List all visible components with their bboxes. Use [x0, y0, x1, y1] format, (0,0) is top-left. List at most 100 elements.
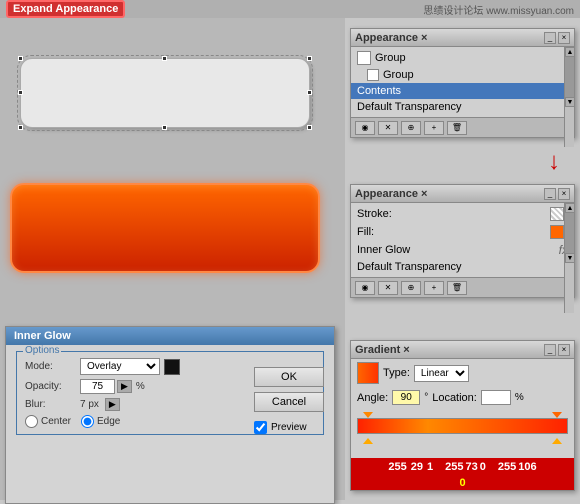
trash-icon-b[interactable]: 🗑 [447, 281, 467, 295]
inner-glow-title: Inner Glow [6, 327, 334, 345]
center-radio[interactable] [25, 415, 38, 428]
opacity-input[interactable] [80, 379, 115, 394]
ok-button[interactable]: OK [254, 367, 324, 387]
link-icon[interactable]: ⊕ [401, 121, 421, 135]
minimize-btn-top[interactable]: _ [544, 32, 556, 44]
type-label: Type: [383, 367, 410, 379]
panel-row-group1[interactable]: Group [351, 49, 574, 67]
fill-swatch [550, 225, 564, 239]
fill-label: Fill: [357, 226, 550, 238]
gradient-angle-row: Angle: ° Location: % [351, 387, 574, 408]
edge-radio[interactable] [81, 415, 94, 428]
grad-val-7: 255 [498, 461, 516, 473]
angle-label: Angle: [357, 392, 388, 404]
gradient-slider-wrapper [357, 418, 568, 434]
scroll-down-top[interactable]: ▼ [565, 97, 575, 107]
center-label: Center [41, 416, 71, 427]
angle-input[interactable] [392, 390, 420, 405]
preview-row: Preview [254, 421, 324, 434]
handle-bm [162, 125, 167, 130]
expand-label: Expand Appearance [6, 0, 125, 18]
grad-val-6: 0 [480, 461, 486, 473]
gradient-slider[interactable] [357, 418, 568, 434]
inner-glow-panel: Inner Glow Options Mode: Overlay Normal … [5, 326, 335, 504]
appearance-panel-bottom: Appearance × _ × ▲ ▼ Stroke: Fill: Inner… [350, 184, 575, 298]
degree-symbol: ° [424, 392, 428, 403]
group1-label: Group [375, 52, 568, 64]
blur-arrow[interactable]: ▶ [105, 398, 120, 411]
panel-title-bottom: Appearance × [355, 188, 427, 200]
center-radio-label[interactable]: Center [25, 415, 71, 428]
link-icon-b[interactable]: ⊕ [401, 281, 421, 295]
new-icon-b[interactable]: + [424, 281, 444, 295]
location-label: Location: [432, 392, 477, 404]
scrollbar-top[interactable]: ▲ ▼ [564, 47, 574, 147]
scroll-up-top[interactable]: ▲ [565, 47, 575, 57]
arrow-down-icon: ↓ [548, 148, 560, 176]
grad-val-4: 255 [445, 461, 463, 473]
shape-white [20, 58, 310, 128]
trash-icon[interactable]: 🗑 [447, 121, 467, 135]
mode-select[interactable]: Overlay Normal Multiply [80, 358, 160, 375]
location-input[interactable] [481, 390, 511, 405]
scrollbar-bottom[interactable]: ▲ ▼ [564, 203, 574, 313]
gradient-zero-row: 0 [351, 476, 574, 490]
opacity-arrow[interactable]: ▶ [117, 380, 132, 393]
handle-br [307, 125, 312, 130]
panel-content-top: Group Group Contents Default Transparenc… [351, 47, 574, 117]
panel-bottom-bar-bottom: ◉ ✕ ⊕ + 🗑 [351, 277, 574, 297]
minimize-btn-bottom[interactable]: _ [544, 188, 556, 200]
grad-val-3: 1 [427, 461, 433, 473]
scroll-thumb-bottom[interactable] [565, 213, 574, 253]
scroll-thumb-top[interactable] [565, 57, 574, 97]
panel-row-transparency-top[interactable]: Default Transparency [351, 99, 574, 115]
blur-value: 7 px [80, 399, 99, 410]
circle-icon[interactable]: ◉ [355, 121, 375, 135]
panel-row-contents[interactable]: Contents [351, 83, 574, 99]
panel-titlebar-top: Appearance × _ × [351, 29, 574, 47]
grad-val-8: 106 [518, 461, 536, 473]
handle-tm [162, 56, 167, 61]
close-btn-gradient[interactable]: × [558, 344, 570, 356]
new-icon[interactable]: + [424, 121, 444, 135]
preview-checkbox[interactable] [254, 421, 267, 434]
stroke-swatch [550, 207, 564, 221]
panel-title-top: Appearance × [355, 32, 427, 44]
glow-color-swatch[interactable] [164, 359, 180, 375]
panel-row-fill[interactable]: Fill: [351, 223, 574, 241]
scroll-down-bottom[interactable]: ▼ [565, 253, 575, 263]
top-banner: Expand Appearance 思绩设计论坛 www.missyuan.co… [0, 0, 580, 18]
bottom-stop-right[interactable] [552, 438, 562, 444]
panel-row-inner-glow[interactable]: Inner Glow fx [351, 241, 574, 259]
bottom-stop-left[interactable] [363, 438, 373, 444]
handle-ml [18, 90, 23, 95]
gradient-panel: Gradient × _ × Type: Linear Radial Angle… [350, 340, 575, 491]
close-btn-bottom[interactable]: × [558, 188, 570, 200]
grad-val-2: 29 [411, 461, 423, 473]
type-select[interactable]: Linear Radial [414, 365, 469, 382]
delete-icon-b[interactable]: ✕ [378, 281, 398, 295]
contents-label: Contents [357, 85, 568, 97]
appearance-panel-top: Appearance × _ × ▲ ▼ Group Group Content… [350, 28, 575, 138]
close-btn-top[interactable]: × [558, 32, 570, 44]
delete-icon[interactable]: ✕ [378, 121, 398, 135]
handle-tl [18, 56, 23, 61]
cancel-button[interactable]: Cancel [254, 392, 324, 412]
circle-icon-b[interactable]: ◉ [355, 281, 375, 295]
scroll-up-bottom[interactable]: ▲ [565, 203, 575, 213]
panel-row-group2[interactable]: Group [351, 67, 574, 83]
edge-radio-label[interactable]: Edge [81, 415, 120, 428]
transparency-label-bottom: Default Transparency [357, 261, 568, 273]
options-label: Options [23, 345, 61, 356]
panel-row-stroke[interactable]: Stroke: [351, 205, 574, 223]
grad-val-1: 255 [388, 461, 406, 473]
panel-content-bottom: Stroke: Fill: Inner Glow fx Default Tran… [351, 203, 574, 277]
panel-row-transparency-bottom[interactable]: Default Transparency [351, 259, 574, 275]
gradient-swatch [357, 362, 379, 384]
opacity-label: Opacity: [25, 381, 80, 392]
group2-checkbox[interactable] [367, 69, 379, 81]
minimize-btn-gradient[interactable]: _ [544, 344, 556, 356]
zero-value: 0 [459, 477, 465, 489]
buttons-area: OK Cancel Preview [254, 367, 324, 434]
handle-tr [307, 56, 312, 61]
